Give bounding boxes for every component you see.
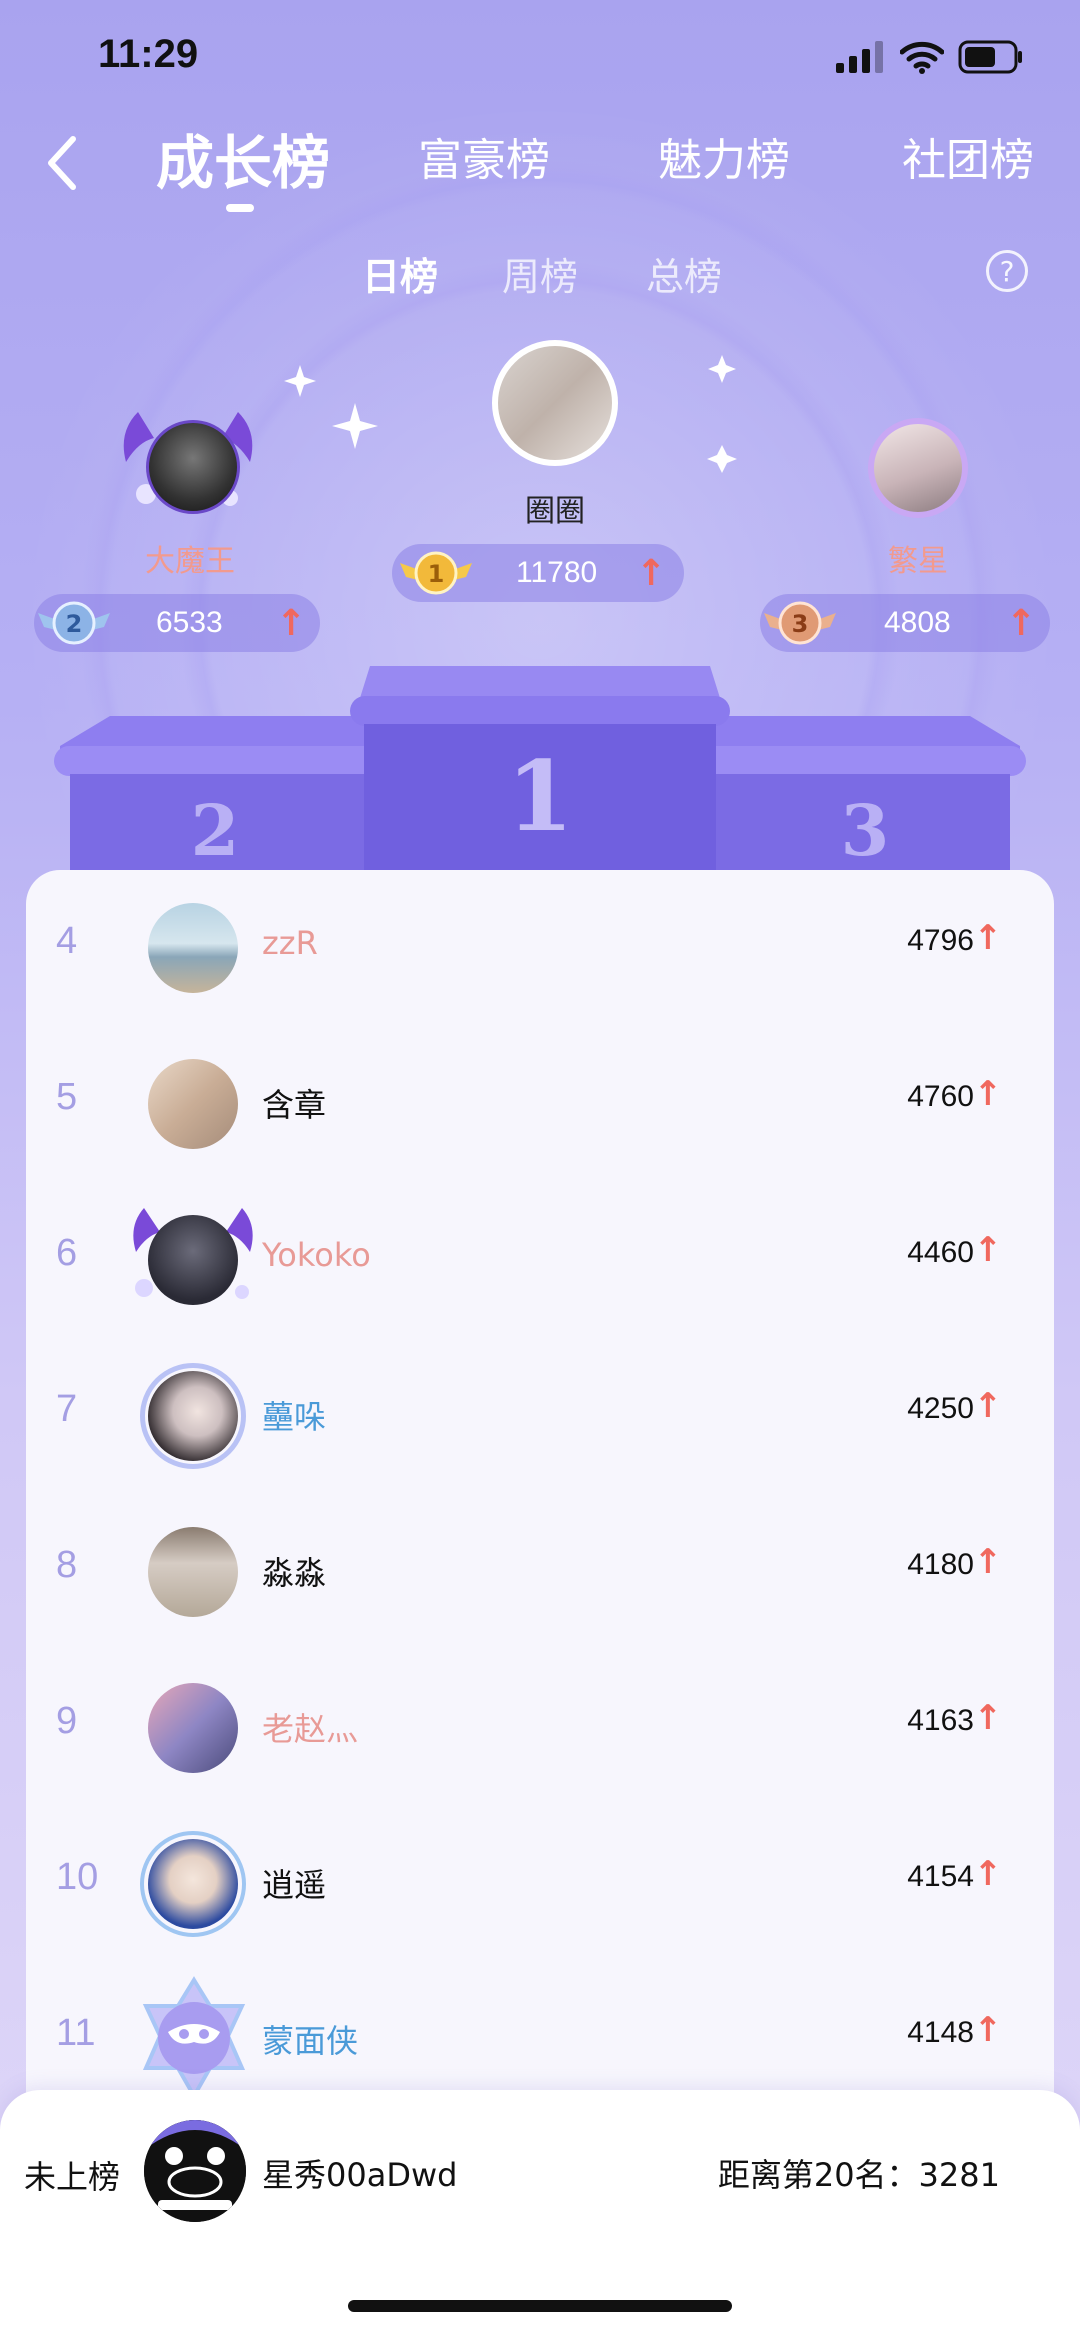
svg-text:2: 2: [66, 610, 83, 638]
status-icons: [836, 40, 1024, 74]
avatar[interactable]: [148, 903, 238, 993]
podium-2-label: 2: [191, 789, 240, 872]
avatar[interactable]: [148, 1059, 238, 1149]
top1-score: 11780: [516, 556, 598, 589]
up-arrow-icon: ↑: [276, 602, 307, 644]
score: 4154: [907, 1860, 974, 1893]
svg-text:1: 1: [428, 560, 445, 588]
up-arrow-icon: ↑: [973, 1230, 1003, 1270]
up-arrow-icon: ↑: [973, 1074, 1003, 1114]
battery-icon: [958, 40, 1022, 74]
avatar[interactable]: [148, 1839, 238, 1929]
tab-club[interactable]: 社团榜: [902, 124, 1034, 188]
bronze-medal-icon: 3: [760, 595, 840, 651]
home-indicator: [348, 2300, 732, 2312]
status-time: 11:29: [98, 32, 199, 76]
up-arrow-icon: ↑: [973, 918, 1003, 958]
score: 4250: [907, 1392, 974, 1425]
tab-daily[interactable]: 日榜: [362, 246, 438, 301]
top1-name[interactable]: 圈圈: [490, 486, 620, 530]
rank-number: 9: [56, 1700, 78, 1742]
up-arrow-icon: ↑: [973, 1386, 1003, 1426]
up-arrow-icon: ↑: [1006, 602, 1037, 644]
user-name[interactable]: 淼淼: [262, 1548, 326, 1594]
score: 4760: [907, 1080, 974, 1113]
user-name[interactable]: 含章: [262, 1080, 326, 1126]
my-avatar[interactable]: [144, 2120, 246, 2222]
avatar[interactable]: [148, 1527, 238, 1617]
up-arrow-icon: ↑: [973, 1854, 1003, 1894]
avatar[interactable]: [148, 1371, 238, 1461]
rank-number: 7: [56, 1388, 78, 1430]
user-name[interactable]: zzR: [262, 924, 318, 962]
avatar-rank-3[interactable]: [868, 418, 968, 518]
podium: 2 1 3: [54, 666, 1026, 900]
status-bar: 11:29: [0, 0, 1080, 110]
up-arrow-icon: ↑: [973, 2010, 1003, 2050]
score: 4460: [907, 1236, 974, 1269]
score: 4148: [907, 2016, 974, 2049]
tab-weekly[interactable]: 周榜: [502, 246, 578, 301]
up-arrow-icon: ↑: [636, 552, 667, 594]
tab-growth[interactable]: 成长榜: [156, 116, 330, 200]
top3-name[interactable]: 繁星: [850, 536, 986, 580]
top-nav: 成长榜 富豪榜 魅力榜 社团榜: [0, 110, 1080, 220]
top1-score-pill: 1 11780 ↑: [392, 544, 684, 602]
top3-score-pill: 3 4808 ↑: [760, 594, 1050, 652]
rank-number: 4: [56, 920, 78, 962]
up-arrow-icon: ↑: [973, 1698, 1003, 1738]
rank-number: 8: [56, 1544, 78, 1586]
avatar-rank-2[interactable]: [146, 420, 240, 514]
ranking-list: 4 zzR 4796 ↑ 5 含章 4760 ↑ 6 Yokoko 4460 ↑…: [26, 870, 1054, 2110]
period-tabs: 日榜 周榜 总榜 ?: [0, 240, 1080, 310]
user-name[interactable]: 逍遥: [262, 1860, 326, 1906]
tab-active-indicator: [226, 204, 254, 212]
list-item[interactable]: 5 含章 4760 ↑: [26, 1026, 1054, 1182]
user-name[interactable]: 老赵灬: [262, 1704, 358, 1750]
list-item[interactable]: 8 淼淼 4180 ↑: [26, 1494, 1054, 1650]
top2-score-pill: 2 6533 ↑: [34, 594, 320, 652]
mask-hero-avatar-icon: [142, 1976, 246, 2101]
top3-score: 4808: [884, 606, 951, 639]
rank-number: 10: [56, 1856, 99, 1898]
podium-1-label: 1: [507, 740, 574, 853]
my-rank-label: 未上榜: [24, 2158, 121, 2196]
score: 4180: [907, 1548, 974, 1581]
list-item[interactable]: 7 蘲哚 4250 ↑: [26, 1338, 1054, 1494]
my-name: 星秀00aDwd: [262, 2156, 458, 2194]
avatar[interactable]: [148, 1215, 238, 1305]
user-name[interactable]: 蘲哚: [262, 1392, 326, 1438]
podium-3-label: 3: [841, 789, 890, 872]
halo-avatar-icon: [144, 2120, 246, 2222]
list-item[interactable]: 10 逍遥 4154 ↑: [26, 1806, 1054, 1962]
avatar-rank-1[interactable]: [492, 340, 618, 466]
list-item[interactable]: 6 Yokoko 4460 ↑: [26, 1182, 1054, 1338]
top2-name[interactable]: 大魔王: [120, 536, 260, 580]
list-item[interactable]: 9 老赵灬 4163 ↑: [26, 1650, 1054, 1806]
silver-medal-icon: 2: [34, 595, 114, 651]
score: 4163: [907, 1704, 974, 1737]
wifi-icon: [900, 41, 944, 74]
score: 4796: [907, 924, 974, 957]
rank-number: 11: [56, 2012, 96, 2054]
tab-wealth[interactable]: 富豪榜: [418, 124, 550, 188]
avatar[interactable]: [148, 1683, 238, 1773]
list-item[interactable]: 4 zzR 4796 ↑: [26, 870, 1054, 1026]
signal-icon: [836, 41, 883, 73]
gold-medal-icon: 1: [396, 545, 476, 601]
tab-charm[interactable]: 魅力榜: [658, 124, 790, 188]
back-button[interactable]: [32, 128, 92, 198]
chevron-left-icon: [48, 136, 76, 190]
top2-score: 6533: [156, 606, 223, 639]
gap-to-rank-20: 距离第20名：3281: [717, 2156, 1000, 2194]
up-arrow-icon: ↑: [973, 1542, 1003, 1582]
svg-text:3: 3: [792, 610, 809, 638]
tab-total[interactable]: 总榜: [646, 246, 722, 301]
rank-number: 5: [56, 1076, 78, 1118]
rank-number: 6: [56, 1232, 78, 1274]
user-name[interactable]: Yokoko: [262, 1236, 371, 1274]
help-icon[interactable]: ?: [986, 250, 1028, 292]
user-name[interactable]: 蒙面侠: [262, 2016, 358, 2062]
